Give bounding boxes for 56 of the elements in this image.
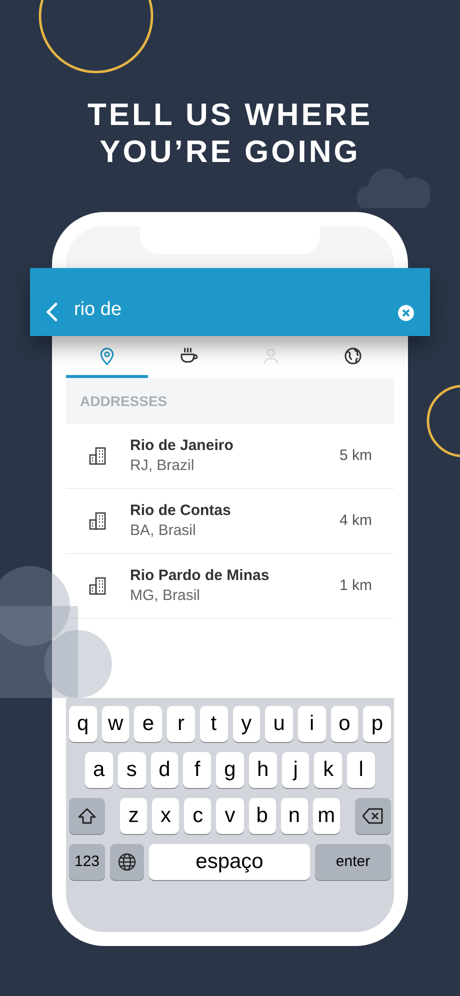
key[interactable]: x — [152, 798, 180, 834]
key[interactable]: c — [184, 798, 212, 834]
key[interactable]: j — [282, 752, 310, 788]
space-key[interactable]: espaço — [149, 844, 310, 880]
place-name: Rio de Contas — [130, 501, 232, 521]
globe-key[interactable] — [110, 844, 144, 880]
shift-key[interactable] — [69, 798, 105, 834]
key[interactable]: l — [347, 752, 376, 788]
building-icon — [88, 511, 108, 531]
distance: 5 km — [339, 446, 372, 466]
enter-key[interactable]: enter — [315, 844, 391, 880]
key[interactable]: h — [248, 752, 277, 788]
building-icon — [88, 576, 108, 596]
chevron-left-icon — [46, 302, 58, 322]
key[interactable]: m — [312, 798, 340, 834]
key[interactable]: n — [280, 798, 308, 834]
key[interactable]: f — [183, 752, 212, 788]
key[interactable]: a — [85, 752, 113, 788]
place-region: MG, Brasil — [130, 586, 202, 606]
key[interactable]: e — [134, 706, 162, 742]
key[interactable]: b — [248, 798, 276, 834]
key[interactable]: r — [167, 706, 195, 742]
section-header: ADDRESSES — [66, 378, 394, 424]
key[interactable]: p — [363, 706, 392, 742]
numbers-key[interactable]: 123 — [69, 844, 105, 880]
building-icon — [88, 446, 108, 466]
key[interactable]: s — [118, 752, 146, 788]
place-name: Rio de Janeiro — [130, 436, 234, 456]
headline: YOU’RE GOING — [100, 133, 360, 170]
key[interactable]: y — [232, 706, 260, 742]
place-region: BA, Brasil — [130, 521, 197, 541]
delete-key[interactable] — [355, 798, 391, 834]
key[interactable]: z — [120, 798, 148, 834]
result-row[interactable]: Rio de Contas BA, Brasil 4 km — [66, 489, 394, 554]
key[interactable]: q — [69, 706, 97, 742]
globe-icon — [118, 853, 136, 871]
close-icon — [402, 309, 410, 317]
key[interactable]: o — [330, 706, 358, 742]
key[interactable]: v — [216, 798, 244, 834]
backspace-icon — [362, 808, 384, 824]
key[interactable]: w — [102, 706, 130, 742]
key[interactable]: d — [150, 752, 178, 788]
back-button[interactable] — [46, 300, 60, 324]
key[interactable]: i — [298, 706, 326, 742]
place-region: RJ, Brazil — [130, 456, 196, 476]
clear-button[interactable] — [398, 305, 414, 321]
headline: TELL US WHERE — [87, 96, 373, 133]
key[interactable]: g — [216, 752, 244, 788]
distance: 1 km — [339, 576, 372, 596]
key[interactable]: u — [265, 706, 293, 742]
distance: 4 km — [339, 510, 372, 531]
shift-icon — [77, 807, 97, 825]
result-row[interactable]: Rio de Janeiro RJ, Brazil 5 km — [66, 424, 394, 489]
key[interactable]: k — [314, 752, 342, 788]
key[interactable]: t — [200, 706, 228, 742]
place-name: Rio Pardo de Minas — [130, 566, 270, 586]
